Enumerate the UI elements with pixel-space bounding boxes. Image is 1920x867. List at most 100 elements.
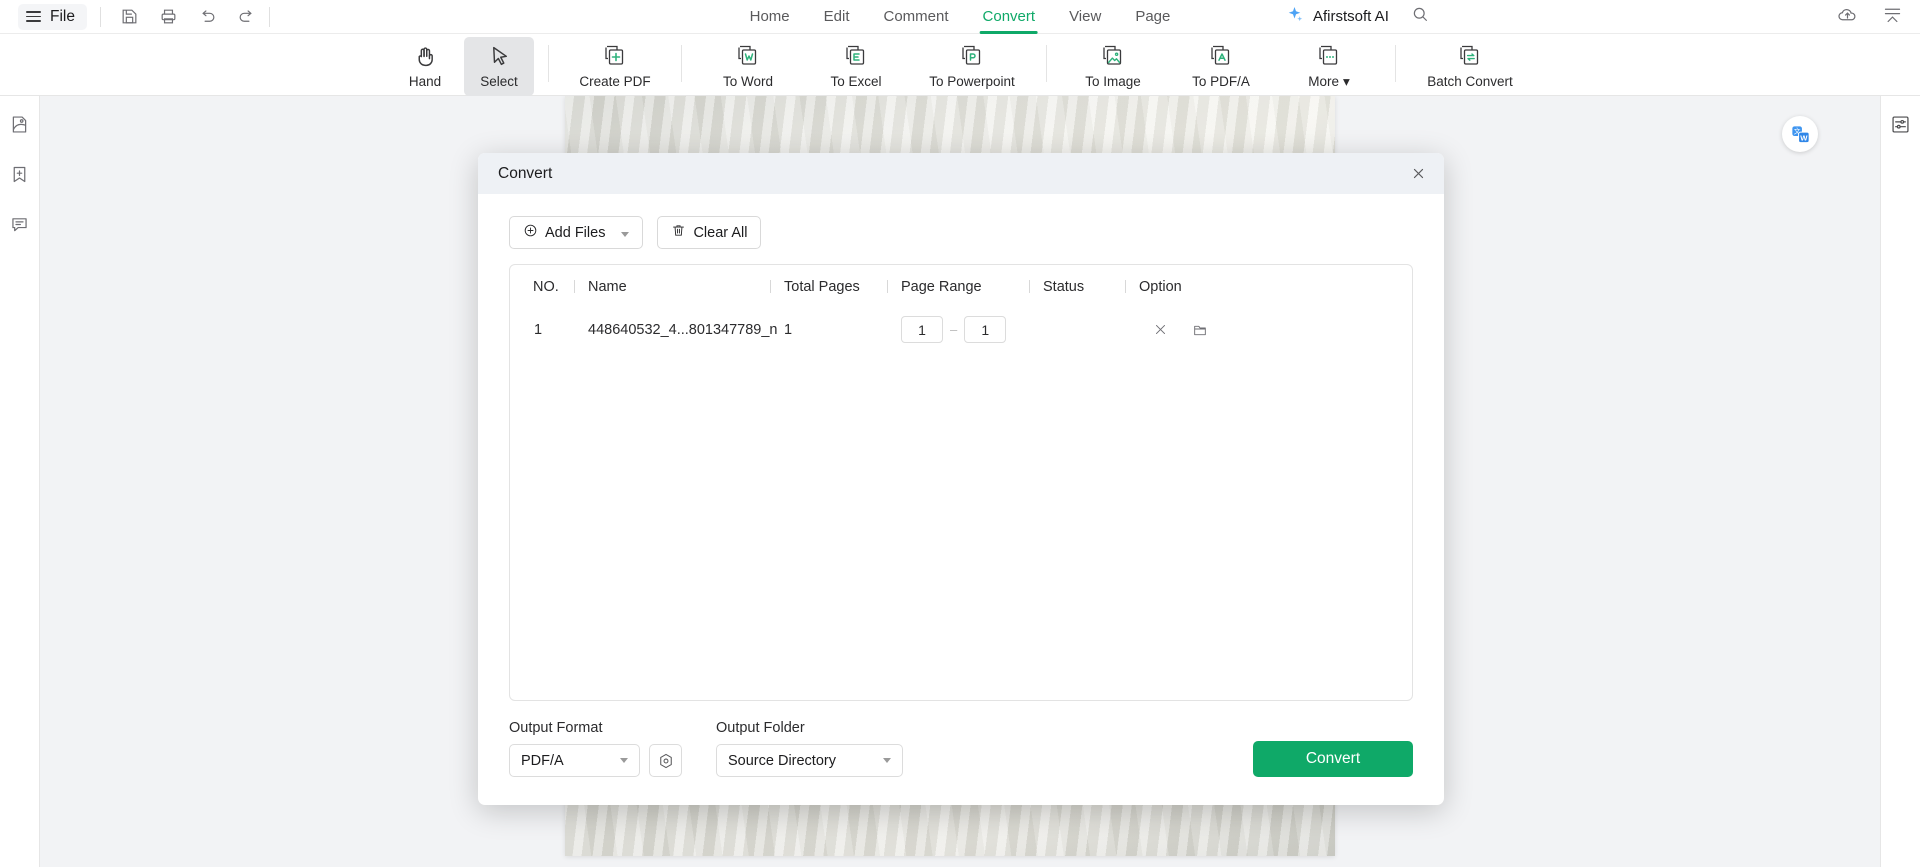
row-file-name: 448640532_4...801347789_n [574,308,778,351]
dialog-body: Add Files Clear All NO. Name Total Pages [478,194,1444,720]
bookmark-add-icon[interactable] [6,160,34,188]
tab-comment[interactable]: Comment [884,0,949,34]
ribbon-item-create-pdf[interactable]: Create PDF [563,37,667,96]
convert-button[interactable]: Convert [1253,741,1413,777]
tab-edit[interactable]: Edit [824,0,850,34]
to-image-icon [1100,43,1126,69]
ribbon-label-to-pdfa: To PDF/A [1192,74,1250,89]
table-row[interactable]: 1 448640532_4...801347789_n 1 – [510,308,1412,351]
ribbon-label-more-text: More [1308,74,1339,89]
cloud-upload-icon[interactable] [1837,4,1858,30]
format-settings-button[interactable] [649,744,682,777]
svg-text:W: W [1800,133,1808,142]
ribbon-separator-1 [548,45,549,82]
row-status [1029,308,1125,351]
output-folder-value: Source Directory [728,752,836,769]
to-word-icon [735,43,761,69]
search-icon[interactable] [1411,5,1429,28]
plus-circle-icon [523,223,538,242]
column-header-option: Option [1125,265,1235,308]
row-no: 1 [534,321,543,338]
ribbon-label-more: More ▾ [1308,74,1350,90]
ribbon-separator-4 [1395,45,1396,82]
ribbon-item-batch-convert[interactable]: Batch Convert [1410,37,1530,96]
add-files-button[interactable]: Add Files [509,216,644,249]
column-header-total-pages: Total Pages [770,265,887,308]
ribbon-label-create-pdf: Create PDF [579,74,651,89]
output-format-value: PDF/A [521,752,564,769]
chevron-down-icon[interactable] [621,225,630,241]
chevron-down-icon: ▾ [1342,74,1350,89]
undo-icon[interactable] [198,7,217,26]
tab-view[interactable]: View [1069,0,1101,34]
redo-icon[interactable] [237,7,256,26]
clear-all-button[interactable]: Clear All [657,216,762,249]
clear-all-label: Clear All [693,224,748,241]
ribbon-item-to-pdfa[interactable]: To PDF/A [1169,37,1273,96]
nav-tabs: Home Edit Comment Convert View Page [750,0,1170,34]
file-menu-label: File [50,7,75,25]
comment-icon[interactable] [6,210,34,238]
ribbon-separator-3 [1046,45,1047,82]
ribbon-item-to-word[interactable]: To Word [696,37,800,96]
ribbon-item-more[interactable]: More ▾ [1277,37,1381,96]
column-header-page-range: Page Range [887,265,1029,308]
page-range-to-input[interactable] [964,316,1007,343]
column-header-no: NO. [533,278,559,295]
ai-assistant-area: Afirstsoft AI [1285,5,1429,29]
open-folder-icon[interactable] [1192,322,1208,338]
ai-assistant-label[interactable]: Afirstsoft AI [1313,8,1389,25]
ribbon-label-to-image: To Image [1085,74,1141,89]
output-format-label: Output Format [509,720,603,736]
batch-convert-icon [1457,43,1483,69]
ribbon-label-hand: Hand [408,74,442,89]
ribbon-item-to-excel[interactable]: To Excel [804,37,908,96]
tab-convert[interactable]: Convert [979,0,1038,34]
settings-sliders-icon[interactable] [1887,110,1915,138]
save-icon[interactable] [120,7,139,26]
toolbar-divider [99,6,101,27]
to-powerpoint-icon [959,43,985,69]
top-bar: File Home Edit Comment Convert View Page… [0,0,1920,34]
row-page-range: – [887,308,1029,351]
table-header-row: NO. Name Total Pages Page Range Status O… [510,265,1412,308]
output-folder-select[interactable]: Source Directory [716,744,903,777]
ribbon-item-to-powerpoint[interactable]: To Powerpoint [912,37,1032,96]
chevron-down-icon [620,758,628,763]
top-right-icons [1837,4,1903,30]
thumbnails-icon[interactable] [6,110,34,138]
trash-icon [671,223,686,242]
ribbon-item-hand[interactable]: Hand [390,37,460,96]
sparkle-icon [1285,5,1304,29]
file-menu-button[interactable]: File [18,3,87,30]
ribbon-item-to-image[interactable]: To Image [1061,37,1165,96]
page-range-from-input[interactable] [901,316,943,343]
more-icon [1316,43,1342,69]
add-files-label: Add Files [545,224,606,241]
hand-icon [413,43,438,69]
column-header-status: Status [1029,265,1125,308]
ribbon-item-select[interactable]: Select [464,37,534,96]
tab-home[interactable]: Home [750,0,790,34]
to-excel-icon [843,43,869,69]
ribbon-label-to-word: To Word [722,74,774,89]
tab-page[interactable]: Page [1135,0,1170,34]
output-format-select[interactable]: PDF/A [509,744,640,777]
ribbon-toolbar: Hand Select Create PDF To Word To Excel … [0,34,1920,96]
remove-file-icon[interactable] [1153,322,1168,337]
collapse-ribbon-icon[interactable] [1882,4,1903,30]
ribbon-separator-2 [681,45,682,82]
row-total-pages: 1 [784,321,793,338]
to-pdfa-icon [1208,43,1234,69]
convert-dialog: Convert Add Files Clear All NO. Name Tot… [478,153,1444,805]
file-table: NO. Name Total Pages Page Range Status O… [509,264,1413,701]
print-icon[interactable] [159,7,178,26]
ribbon-label-to-excel: To Excel [830,74,882,89]
translate-icon[interactable]: 文 W [1782,116,1818,152]
ribbon-label-to-powerpoint: To Powerpoint [929,74,1015,89]
dialog-title: Convert [498,164,553,182]
close-icon[interactable] [1407,162,1430,185]
hamburger-icon [26,11,41,22]
range-dash: – [950,322,958,337]
quick-access-toolbar [120,7,256,26]
